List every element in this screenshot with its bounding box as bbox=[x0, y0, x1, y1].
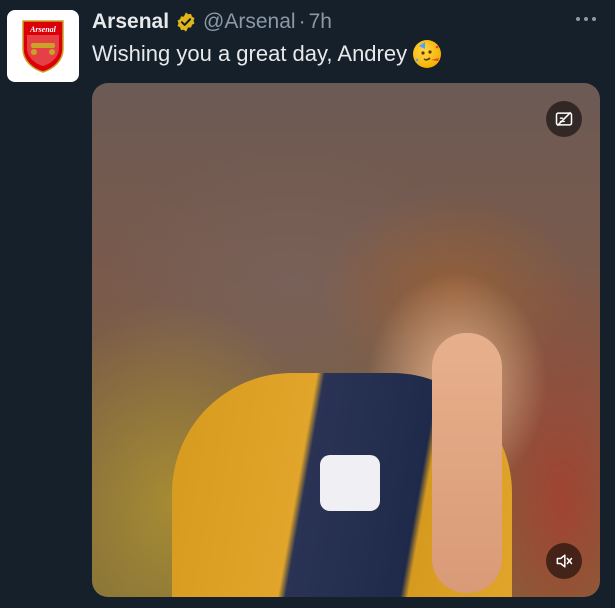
avatar[interactable]: Arsenal bbox=[7, 10, 79, 82]
captions-off-icon[interactable] bbox=[546, 101, 582, 137]
crest-wordmark: Arsenal bbox=[30, 25, 56, 34]
video-frame-hand bbox=[432, 333, 502, 593]
arsenal-crest-icon: Arsenal bbox=[21, 19, 65, 73]
more-horizontal-icon[interactable] bbox=[573, 12, 599, 26]
tweet-text: Wishing you a great day, Andrey bbox=[92, 41, 408, 66]
tweet-video[interactable] bbox=[92, 83, 600, 597]
tweet-header: Arsenal @Arsenal · 7h bbox=[92, 8, 332, 36]
separator-dot: · bbox=[298, 10, 306, 33]
verified-badge-icon[interactable] bbox=[175, 11, 197, 33]
video-frame-sleeve-patch bbox=[320, 455, 380, 511]
volume-muted-icon[interactable] bbox=[546, 543, 582, 579]
partying-face-icon bbox=[413, 40, 442, 68]
handle[interactable]: @Arsenal bbox=[203, 10, 296, 34]
tweet-body: Wishing you a great day, Andrey bbox=[92, 40, 595, 68]
timestamp[interactable]: 7h bbox=[309, 10, 332, 34]
display-name[interactable]: Arsenal bbox=[92, 10, 169, 34]
